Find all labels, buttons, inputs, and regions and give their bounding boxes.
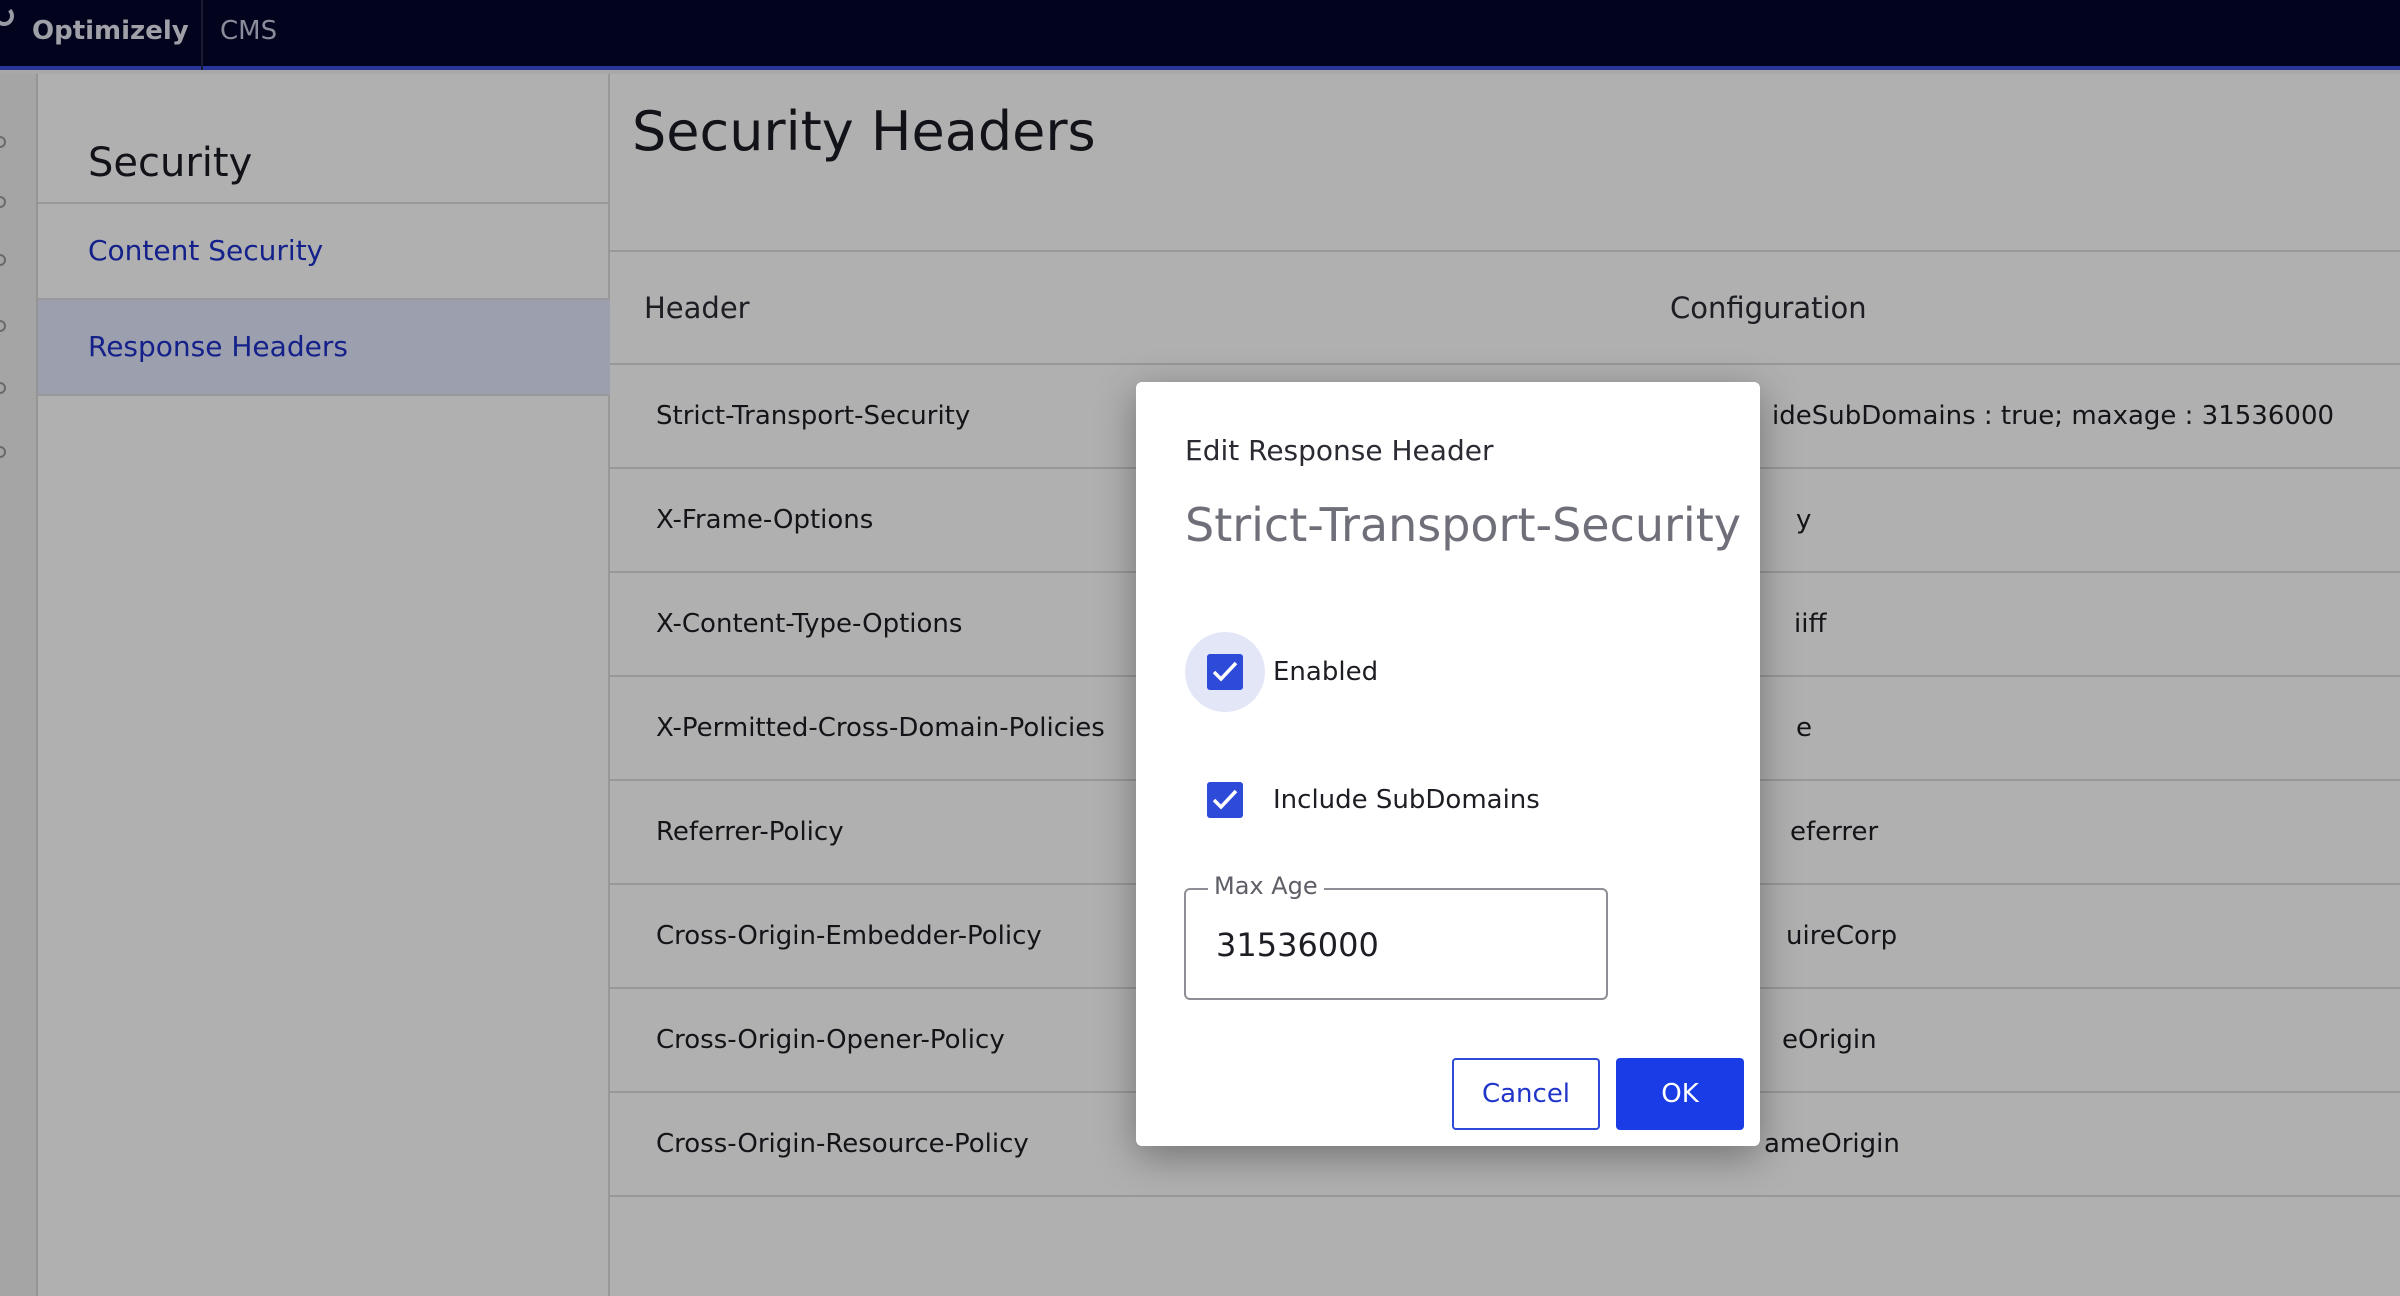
cancel-button[interactable]: Cancel <box>1452 1058 1600 1130</box>
max-age-field: Max Age <box>1184 872 1608 1000</box>
check-icon <box>1212 789 1238 810</box>
checkbox-box[interactable] <box>1207 782 1243 818</box>
checkbox-wrapper <box>1185 760 1265 840</box>
edit-response-header-dialog: Edit Response Header Strict-Transport-Se… <box>1136 382 1760 1146</box>
dialog-title: Edit Response Header <box>1185 434 1494 467</box>
max-age-input[interactable] <box>1216 920 1576 970</box>
enabled-label: Enabled <box>1273 657 1379 687</box>
check-icon <box>1212 661 1238 682</box>
checkbox-box[interactable] <box>1207 654 1243 690</box>
dialog-subtitle: Strict-Transport-Security <box>1185 498 1741 552</box>
include-subdomains-checkbox[interactable]: Include SubDomains <box>1185 760 1540 840</box>
ok-button[interactable]: OK <box>1616 1058 1744 1130</box>
checkbox-focus-ring <box>1185 632 1265 712</box>
enabled-checkbox[interactable]: Enabled <box>1185 632 1378 712</box>
include-subdomains-label: Include SubDomains <box>1273 785 1540 815</box>
max-age-label: Max Age <box>1208 872 1324 900</box>
